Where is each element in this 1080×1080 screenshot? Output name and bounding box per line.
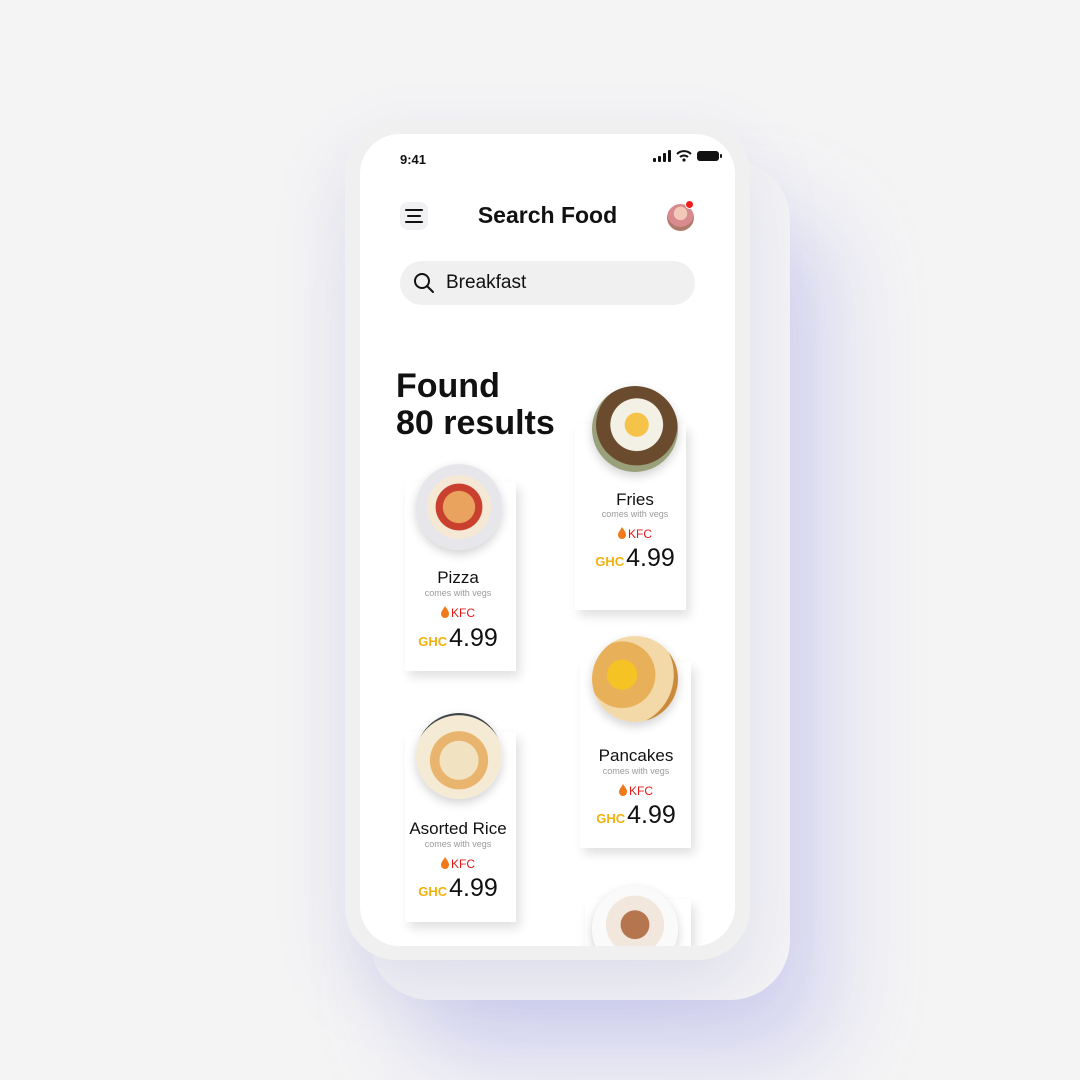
flame-icon — [619, 784, 627, 796]
food-name: Fries — [616, 490, 654, 509]
status-bar-icons — [653, 150, 722, 162]
food-name: Pancakes — [598, 746, 674, 765]
food-subtitle: comes with vegs — [601, 509, 669, 519]
results-heading: Found 80 results — [396, 368, 555, 442]
food-price: GHC4.99 — [418, 874, 498, 902]
flame-icon — [618, 527, 626, 539]
pizza-photo — [416, 464, 502, 550]
food-price: GHC4.99 — [418, 624, 498, 652]
food-shop: KFC — [388, 857, 528, 871]
food-shop: KFC — [388, 606, 528, 620]
food-name: Pizza — [437, 568, 479, 587]
results-count: 80 results — [396, 404, 555, 442]
flame-icon — [441, 857, 449, 869]
search-bar[interactable]: Breakfast — [400, 261, 695, 305]
wifi-icon — [676, 150, 692, 162]
fries-photo — [592, 386, 678, 472]
results-heading-line1: Found — [396, 367, 500, 405]
food-subtitle: comes with vegs — [602, 766, 670, 776]
food-price: GHC4.99 — [596, 801, 676, 829]
coffee-photo — [592, 886, 678, 946]
food-shop: KFC — [566, 784, 706, 798]
status-time: 9:41 — [400, 152, 427, 167]
food-subtitle: comes with vegs — [424, 588, 492, 598]
food-shop: KFC — [565, 527, 705, 541]
search-input[interactable]: Breakfast — [446, 272, 526, 294]
battery-icon — [697, 151, 722, 161]
rice-photo — [416, 713, 502, 799]
app-screen: 9:41 Search Food Breakfast Found 80 resu… — [360, 134, 735, 946]
food-price: GHC4.99 — [595, 544, 675, 572]
notification-dot — [685, 200, 694, 209]
food-subtitle: comes with vegs — [424, 839, 492, 849]
search-icon — [414, 273, 434, 293]
pancakes-photo — [592, 636, 678, 722]
signal-icon — [653, 150, 671, 162]
flame-icon — [441, 606, 449, 618]
phone-frame: 9:41 Search Food Breakfast Found 80 resu… — [345, 120, 750, 960]
food-name: Asorted Rice — [409, 819, 507, 838]
